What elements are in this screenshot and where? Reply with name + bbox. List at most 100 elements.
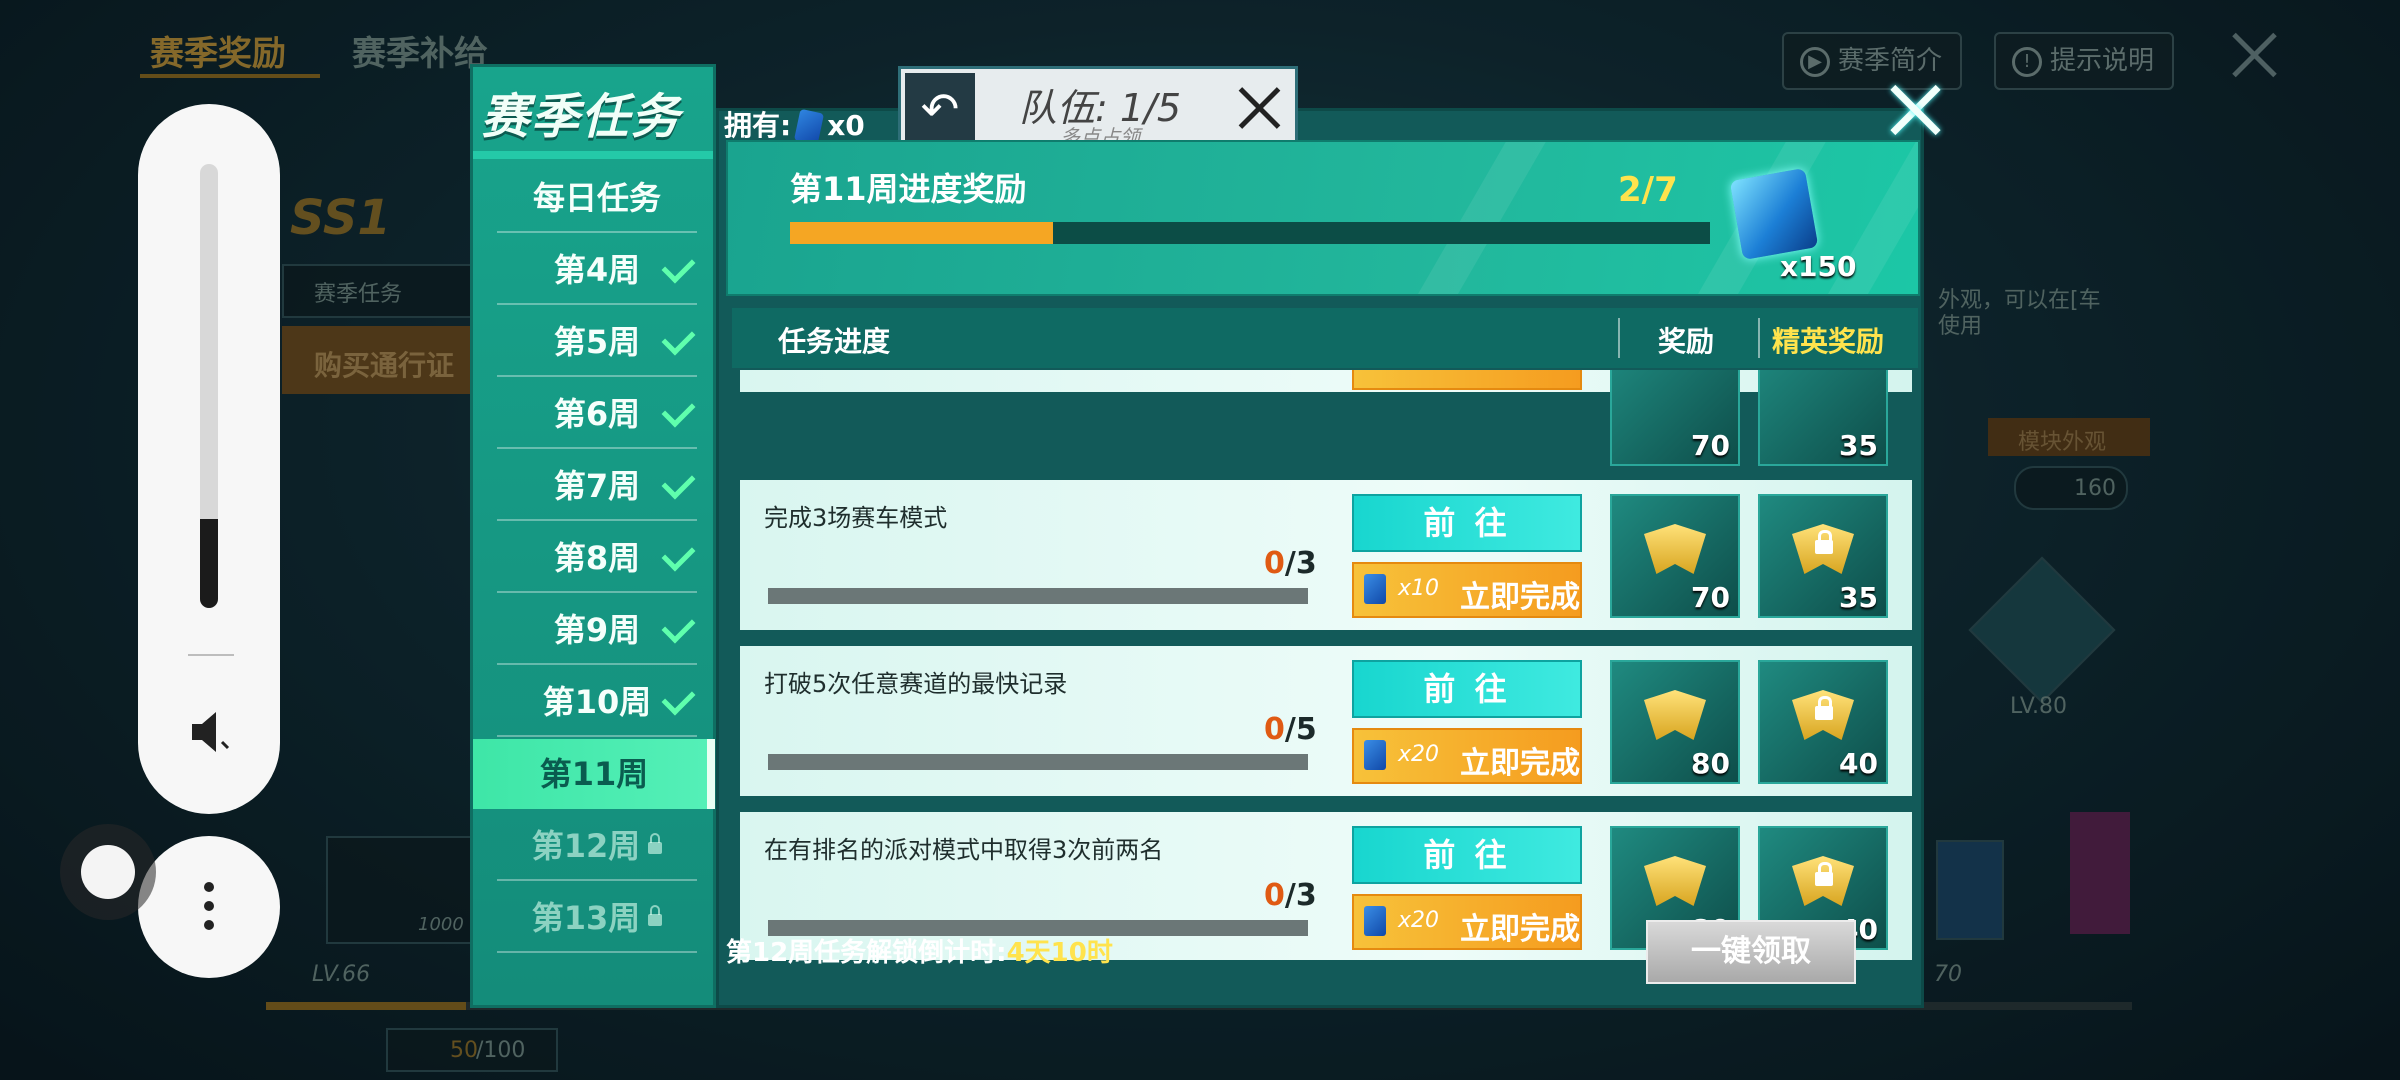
claim-all-button[interactable]: 一键领取 xyxy=(1646,920,1856,984)
season-task-dialog: 赛季任务 每日任务 第4周 第5周 第6周 第7周 第8周 第9周 第10周 第11周 第12周第… xyxy=(470,64,1930,1008)
week-progress-title: 第11周进度奖励 xyxy=(790,170,1027,208)
sidebar-item-0[interactable]: 每日任务 xyxy=(497,163,697,233)
cube-icon xyxy=(1729,168,1819,260)
task-count: 0/3 xyxy=(1264,878,1317,913)
sidebar-item-6[interactable]: 第9周 xyxy=(497,595,697,665)
complete-label: 立即完成 xyxy=(1460,746,1580,781)
sidebar-item-7[interactable]: 第10周 xyxy=(497,667,697,737)
bg-progress-fill xyxy=(266,1002,466,1010)
lock-icon xyxy=(648,833,663,854)
sidebar-item-1[interactable]: 第4周 xyxy=(497,235,697,305)
volume-panel[interactable] xyxy=(138,104,280,814)
volume-slider-fill xyxy=(200,519,218,608)
task-count: 0/3 xyxy=(1264,546,1317,581)
emblem-icon xyxy=(1644,690,1706,740)
more-dots-icon xyxy=(204,882,214,939)
sidebar-item-5[interactable]: 第8周 xyxy=(497,523,697,593)
owned-cards: 拥有: x0 xyxy=(724,104,865,146)
check-icon xyxy=(661,537,696,572)
check-icon xyxy=(661,393,696,428)
go-button[interactable]: 前 往 xyxy=(1352,826,1582,884)
week-progress-banner: 第11周进度奖励 2/7 x150 xyxy=(726,140,1920,296)
check-icon xyxy=(661,465,696,500)
sidebar-item-label: 每日任务 xyxy=(532,179,661,217)
week-progress-count: 2/7 xyxy=(1618,170,1678,210)
week-progress-fill xyxy=(790,222,1053,244)
go-button[interactable]: 前 往 xyxy=(1352,660,1582,718)
card-icon xyxy=(1364,906,1386,936)
sidebar-item-label: 第12周 xyxy=(531,827,641,865)
volume-slider[interactable] xyxy=(200,164,218,608)
emblem-icon xyxy=(1644,524,1706,574)
reward-qty: 80 xyxy=(1691,747,1730,780)
sidebar-item-8[interactable]: 第11周 xyxy=(473,739,715,809)
task-progress-bar xyxy=(768,588,1308,604)
undo-icon[interactable]: ↶ xyxy=(905,73,975,145)
team-close-icon[interactable] xyxy=(1237,85,1283,131)
lock-icon xyxy=(648,905,663,926)
bg-coin-pill: 160 xyxy=(2014,466,2128,510)
sidebar-item-9[interactable]: 第12周 xyxy=(497,811,697,881)
complete-label: 立即完成 xyxy=(1460,912,1580,947)
bg-season-task-tag: 赛季任务 xyxy=(282,264,476,318)
week-reward-qty: x150 xyxy=(1780,250,1857,283)
complete-cost: x20 xyxy=(1398,742,1440,767)
bg-close-icon xyxy=(2230,30,2280,80)
task-row: 打破5次任意赛道的最快记录 0/5 前 往 x20 立即完成 80 40 xyxy=(740,646,1912,796)
dialog-close-icon[interactable] xyxy=(1888,82,1944,138)
floating-assistive-ball[interactable] xyxy=(60,824,156,920)
lock-icon xyxy=(1815,862,1833,886)
sidebar-item-3[interactable]: 第6周 xyxy=(497,379,697,449)
task-name: 打破5次任意赛道的最快记录 xyxy=(764,670,1068,698)
complete-cost: x20 xyxy=(1398,908,1440,933)
bg-tab-season-supply: 赛季补给 xyxy=(352,34,488,74)
sidebar-item-label: 第5周 xyxy=(553,323,641,361)
sidebar-item-label: 第4周 xyxy=(553,251,641,289)
complete-now-button[interactable]: x10 立即完成 xyxy=(1352,562,1582,618)
complete-label: 立即完成 xyxy=(1460,580,1580,615)
complete-now-button[interactable]: x20 立即完成 xyxy=(1352,728,1582,784)
bg-module-label: 模块外观 xyxy=(1988,418,2150,456)
emblem-icon xyxy=(1644,856,1706,906)
task-row: 完成3场赛车模式 0/3 前 往 x10 立即完成 70 35 xyxy=(740,480,1912,630)
complete-now-button[interactable]: x20 立即完成 xyxy=(1352,894,1582,950)
owned-count: x0 xyxy=(827,109,865,142)
bg-help-button: ! 提示说明 xyxy=(1994,32,2175,90)
check-icon xyxy=(661,249,696,284)
elite-reward-qty: 35 xyxy=(1839,581,1878,614)
bg-purple-slot xyxy=(2070,812,2130,934)
countdown-value: 4天10时 xyxy=(1006,938,1113,968)
elite-reward-qty: 40 xyxy=(1839,747,1878,780)
go-button[interactable]: 前 往 xyxy=(1352,494,1582,552)
lock-icon xyxy=(1815,696,1833,720)
sidebar-item-label: 第10周 xyxy=(542,683,652,721)
bg-xp-box: 50 /100 xyxy=(386,1028,558,1072)
task-progress-bar xyxy=(768,754,1308,770)
complete-cost: x10 xyxy=(1398,576,1440,601)
sidebar-item-label: 第8周 xyxy=(553,539,641,577)
card-icon xyxy=(1364,740,1386,770)
volume-divider xyxy=(188,654,234,656)
sidebar-item-10[interactable]: 第13周 xyxy=(497,883,697,953)
speaker-icon[interactable] xyxy=(186,706,238,758)
more-menu-button[interactable] xyxy=(138,836,280,978)
bg-tab-season-rewards: 赛季奖励 xyxy=(150,34,286,74)
task-row-partial: 70 35 xyxy=(740,370,1912,466)
bg-card-slot xyxy=(1936,840,2004,940)
sidebar-item-label: 第13周 xyxy=(531,899,641,937)
sidebar-item-label: 第6周 xyxy=(553,395,641,433)
task-reward[interactable]: 80 xyxy=(1610,660,1740,784)
task-list[interactable]: 70 35 完成3场赛车模式 0/3 前 往 x10 立即完成 70 35 打破5次任意赛道的… xyxy=(740,370,1912,960)
sidebar-item-4[interactable]: 第7周 xyxy=(497,451,697,521)
check-icon xyxy=(661,681,696,716)
task-name: 完成3场赛车模式 xyxy=(764,504,948,532)
check-icon xyxy=(661,321,696,356)
task-name: 在有排名的派对模式中取得3次前两名 xyxy=(764,836,1164,864)
sidebar-item-2[interactable]: 第5周 xyxy=(497,307,697,377)
task-reward[interactable]: 70 xyxy=(1610,494,1740,618)
task-elite-reward[interactable]: 40 xyxy=(1758,660,1888,784)
countdown-label: 第12周任务解锁倒计时: xyxy=(726,938,1007,968)
task-elite-reward[interactable]: 35 xyxy=(1758,494,1888,618)
header-reward: 奖励 xyxy=(1658,325,1715,358)
week-reward-chest[interactable]: x150 xyxy=(1728,168,1857,283)
